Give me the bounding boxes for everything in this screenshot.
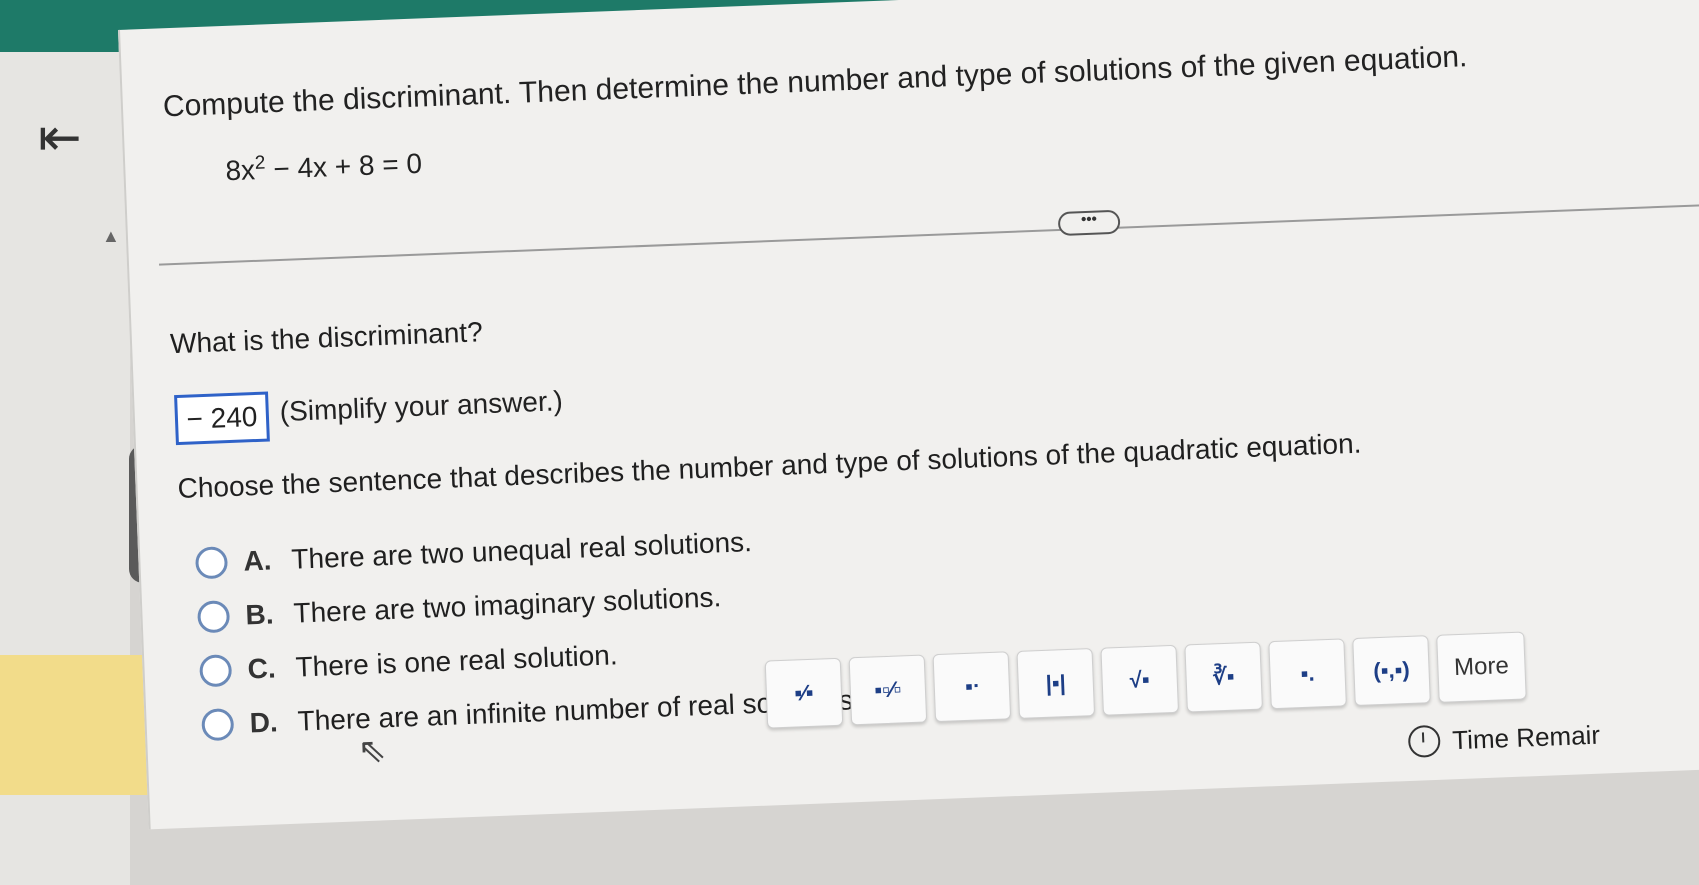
- discriminant-answer-input[interactable]: − 240: [174, 391, 270, 446]
- exponent-tool[interactable]: ▪ᐧ: [932, 651, 1012, 723]
- radio-a[interactable]: [194, 546, 229, 580]
- option-c[interactable]: C. There is one real solution.: [199, 639, 619, 688]
- square-root-tool[interactable]: √▪: [1100, 644, 1179, 716]
- question-panel: Compute the discriminant. Then determine…: [118, 0, 1699, 830]
- time-remaining: Time Remair: [1407, 719, 1601, 758]
- option-c-text: There is one real solution.: [294, 639, 619, 683]
- more-tools-button[interactable]: More: [1436, 631, 1527, 703]
- absolute-value-tool[interactable]: |▪|: [1016, 648, 1096, 719]
- time-remaining-label: Time Remair: [1451, 719, 1601, 755]
- equation: 8x2 − 4x + 8 = 0: [225, 146, 423, 187]
- mouse-cursor-icon: ⇖: [357, 731, 388, 771]
- collapse-triangle-icon[interactable]: ▲: [102, 226, 120, 247]
- equation-rest: − 4x + 8 = 0: [265, 147, 423, 185]
- decimal-tool[interactable]: ▪.: [1268, 638, 1347, 710]
- discriminant-prompt: What is the discriminant?: [169, 316, 484, 360]
- side-highlight-tab: [0, 655, 150, 795]
- radio-b[interactable]: [196, 600, 231, 634]
- clock-icon: [1407, 724, 1441, 758]
- equation-base: 8x: [224, 154, 256, 187]
- simplify-hint: (Simplify your answer.): [279, 385, 564, 428]
- option-a-text: There are two unequal real solutions.: [290, 526, 753, 575]
- solutions-prompt: Choose the sentence that describes the n…: [177, 427, 1362, 505]
- section-divider: [158, 203, 1699, 266]
- question-title: Compute the discriminant. Then determine…: [162, 40, 1468, 124]
- nth-root-tool[interactable]: ∛▪: [1184, 641, 1263, 713]
- option-a-letter: A.: [242, 544, 273, 577]
- expand-more-button[interactable]: •••: [1057, 209, 1121, 237]
- option-b-text: There are two imaginary solutions.: [292, 581, 722, 629]
- fraction-tool[interactable]: ▪⁄▪: [764, 657, 844, 729]
- back-to-start-icon[interactable]: ⇤: [38, 108, 98, 168]
- option-c-letter: C.: [247, 652, 277, 685]
- option-b-letter: B.: [244, 598, 275, 631]
- radio-c[interactable]: [199, 654, 233, 688]
- mixed-number-tool[interactable]: ▪▫⁄▫: [848, 654, 928, 726]
- option-b[interactable]: B. There are two imaginary solutions.: [196, 581, 722, 634]
- ordered-pair-tool[interactable]: (▪,▪): [1352, 635, 1431, 707]
- option-a[interactable]: A. There are two unequal real solutions.: [194, 526, 753, 580]
- option-d-letter: D.: [249, 706, 279, 739]
- radio-d[interactable]: [201, 708, 235, 742]
- option-d[interactable]: D. There are an infinite number of real …: [201, 684, 861, 742]
